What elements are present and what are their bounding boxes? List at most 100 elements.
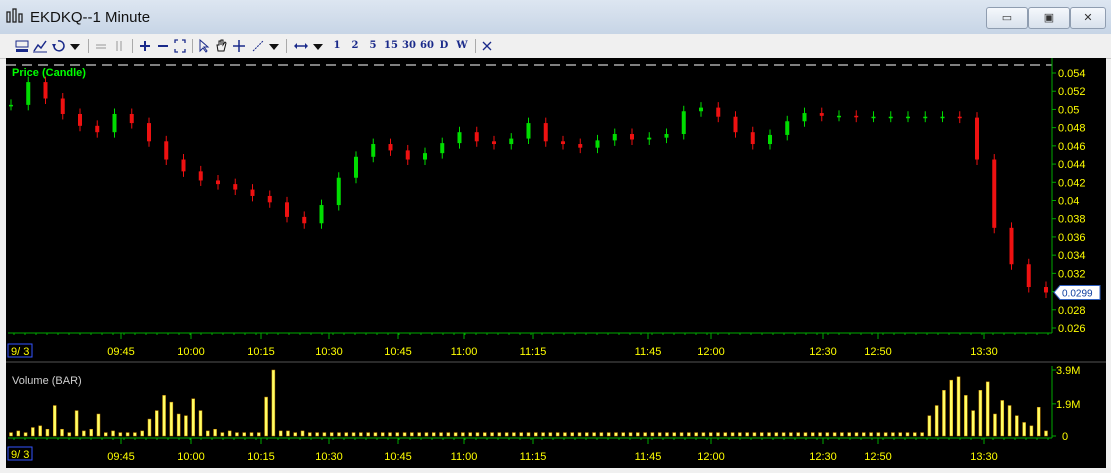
zoom-in-icon[interactable] [138,38,152,54]
volume-bar [344,432,349,437]
interval-2-button[interactable]: 2 [350,38,360,54]
price-panel: Price (Candle) 0.054 0.052 0.05 0.048 0.046 0… [6,58,1101,335]
price-x-ticks: 09:45 10:00 10:15 10:30 10:45 11:00 11:15 11:45… [13,333,1049,358]
close-button[interactable]: ✕ [1070,7,1106,29]
candle-body [681,111,686,135]
price-y-tick-label: 0.038 [1058,214,1086,226]
volume-bar [585,432,589,437]
volume-bar [730,432,735,437]
volume-bar [373,432,378,437]
candle-body [198,171,203,181]
close-chart-icon[interactable] [480,38,494,54]
hand-pan-icon[interactable] [214,38,228,54]
candle-body [923,116,928,119]
price-y-tick-label: 0.054 [1058,68,1086,80]
volume-bar [315,432,319,437]
volume-bar [1029,425,1034,437]
volume-bar [716,432,720,437]
volume-bar [694,432,698,437]
volume-bar [869,432,873,437]
undo-icon[interactable] [50,38,66,54]
restore-button[interactable]: ▣ [1028,7,1070,29]
crosshair-icon[interactable] [232,38,246,54]
interval-week-button[interactable]: W [456,38,468,54]
volume-bar [184,415,188,437]
fit-screen-icon[interactable] [173,38,187,54]
crosshair-v-icon[interactable] [112,38,126,54]
price-y-tick-label: 0.046 [1058,141,1086,153]
interval-15-button[interactable]: 15 [384,38,398,54]
candle-body [750,132,755,145]
chart-app-icon [6,8,23,23]
interval-5-button[interactable]: 5 [368,38,378,54]
dropdown-arrow-icon[interactable] [68,38,82,54]
date-label: 9/ 3 [11,449,29,461]
volume-bar [278,430,283,437]
volume-bar [60,428,64,437]
volume-y-tick-label: 1.9M [1056,399,1080,411]
interval-day-button[interactable]: D [439,38,449,54]
volume-bar [461,432,465,437]
volume-bar [803,432,808,437]
price-y-tick-label: 0.042 [1058,177,1086,189]
interval-30-button[interactable]: 30 [402,38,416,54]
candle-body [595,140,600,148]
volume-bar [811,432,815,437]
window-title: EKDKQ--1 Minute [30,9,151,26]
minimize-icon: ▭ [1001,12,1013,24]
x-tick-label: 11:15 [520,451,547,463]
title-bar: EKDKQ--1 Minute ▭ ▣ ✕ [0,0,1111,35]
x-tick-label: 09:45 [107,451,135,463]
volume-bar [1000,400,1005,437]
candle-body [1044,287,1048,293]
dropdown-arrow-icon[interactable] [311,38,325,54]
volume-bar [927,415,932,437]
candle-body [216,180,220,185]
volume-bar [898,432,902,437]
volume-bar [920,432,924,437]
chart-svg[interactable]: Price (Candle) 0.054 0.052 0.05 0.048 0.046 0… [6,58,1106,468]
crosshair-h-icon[interactable] [94,38,108,54]
pointer-icon[interactable] [197,38,211,54]
toolbar-separator [192,39,193,53]
price-y-tick-label: 0.036 [1058,232,1086,244]
volume-bar [781,432,786,437]
volume-bar [789,432,793,437]
candle-body [388,144,393,151]
trendline-icon[interactable] [251,38,265,54]
volume-bar [439,432,443,437]
volume-bar [752,432,757,437]
volume-bar [767,432,771,437]
price-time-axis: 9/ 3 09:45 10:00 10:15 10:30 10:45 11:00 11:15… [7,333,1049,358]
minimize-button[interactable]: ▭ [986,7,1028,29]
volume-bar [832,432,837,437]
last-price-marker: 0.0299 [1053,284,1101,300]
line-chart-icon[interactable] [32,38,48,54]
symbol-icon[interactable] [14,38,30,54]
volume-bar [431,432,436,437]
volume-bar [337,432,341,437]
volume-bar [1044,430,1048,437]
candle-body [940,116,945,119]
x-tick-label: 11:45 [635,346,662,358]
volume-bar [825,432,830,437]
volume-bar [934,405,939,437]
zoom-out-icon[interactable] [156,38,170,54]
dropdown-arrow-icon[interactable] [267,38,281,54]
scroll-horizontal-icon[interactable] [293,38,309,54]
interval-60-button[interactable]: 60 [420,38,434,54]
candle-body [837,115,841,118]
interval-1-button[interactable]: 1 [332,38,342,54]
volume-bar [300,430,305,437]
volume-bar [1015,415,1019,437]
volume-bar [395,432,400,437]
chart-area[interactable]: Price (Candle) 0.054 0.052 0.05 0.048 0.046 0… [6,58,1106,468]
volume-bar [155,410,159,437]
volume-x-ticks: 09:45 10:00 10:15 10:30 10:45 11:00 11:15 11:45… [13,438,1049,463]
volume-bar [242,432,246,437]
volume-bar [38,425,42,437]
volume-bar [628,432,633,437]
price-y-tick-label: 0.034 [1058,250,1086,262]
candle-body [474,132,479,142]
candle-body [768,134,772,145]
